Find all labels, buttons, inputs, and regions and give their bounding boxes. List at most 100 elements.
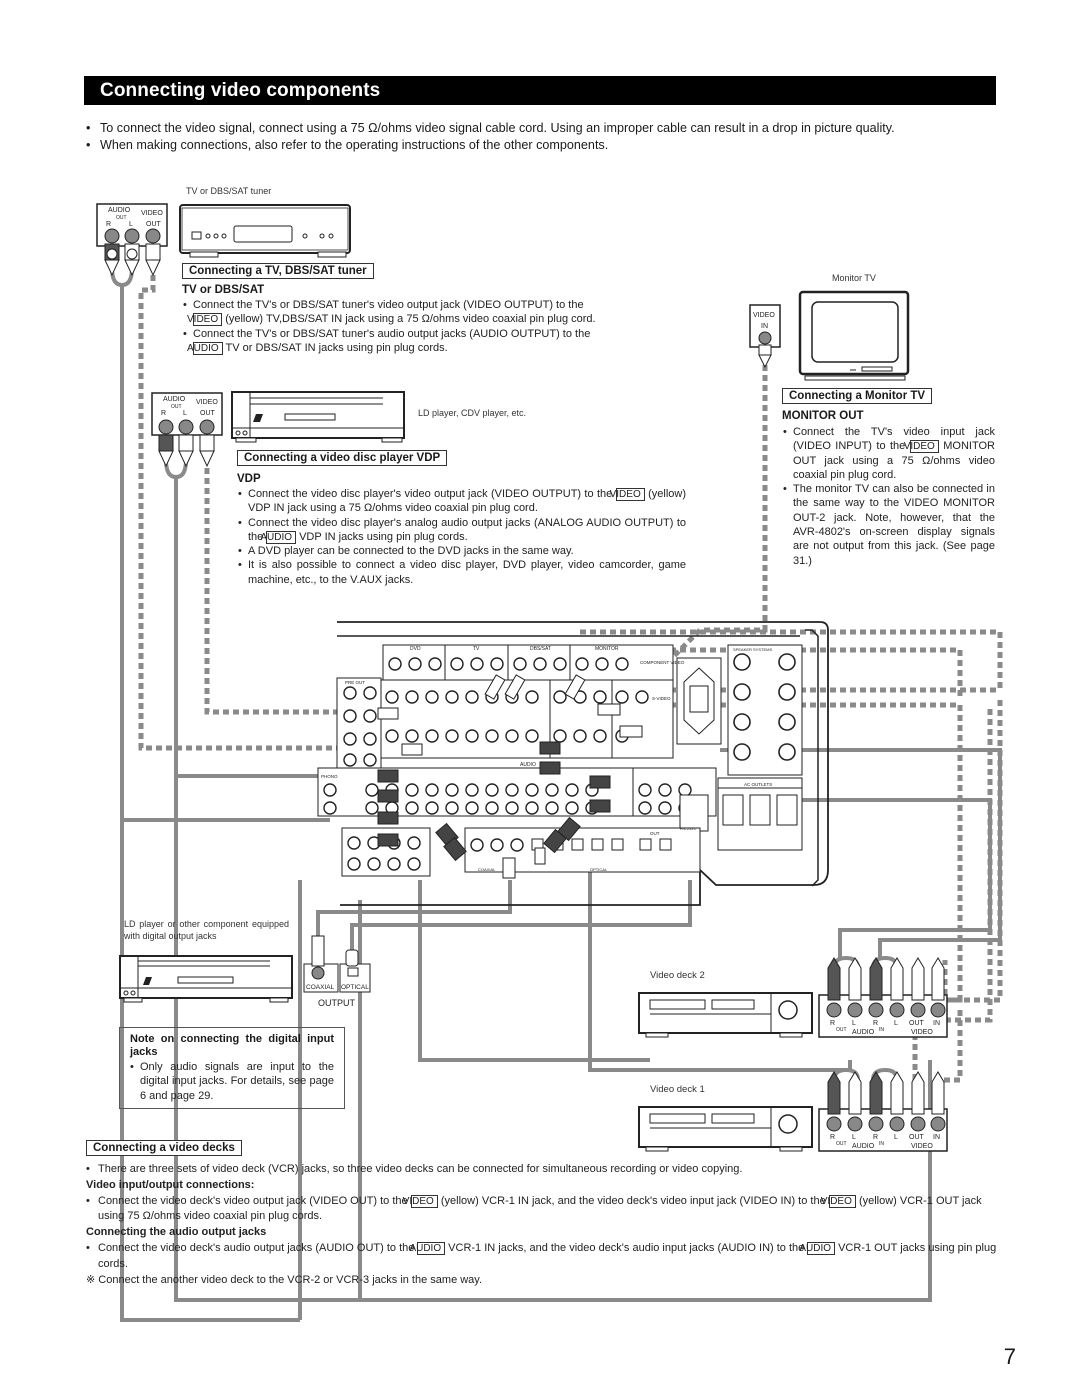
deck2-l2: L (894, 1020, 898, 1027)
tuner-video-out-label: OUT (146, 221, 162, 228)
decks-heading-audio: Connecting the audio output jacks (86, 1226, 267, 1239)
deck-1-jack-panel (818, 1071, 948, 1152)
monitor-heading: MONITOR OUT (782, 410, 864, 422)
vdp-r-label: R (161, 410, 166, 417)
video-tag: VIDEO (821, 1194, 856, 1208)
deck2-r2: R (873, 1020, 878, 1027)
rcv-group-dvd: DVD (410, 646, 421, 652)
deck1-video: VIDEO (911, 1143, 933, 1150)
rcv-group-dbs: DBS/SAT (530, 646, 551, 652)
coaxial-label: COAXIAL (306, 984, 335, 991)
rcv-phono-label: PHONO (321, 774, 338, 779)
note-symbol-icon: ※ (86, 1273, 96, 1286)
deck2-r1: R (830, 1020, 835, 1027)
digital-note-bullet: Only audio signals are input to the digi… (130, 1060, 334, 1103)
vdp-section-box: Connecting a video disc player VDP (237, 450, 448, 466)
digital-note-text: Only audio signals are input to the digi… (130, 1060, 334, 1103)
video-deck-2-device (638, 992, 813, 1038)
vdp-bullet-vaux: It is also possible to connect a video d… (238, 558, 686, 587)
video-tag: VIDEO (403, 1194, 438, 1208)
deck2-video: VIDEO (911, 1029, 933, 1036)
monitor-in-label: IN (761, 323, 768, 330)
video-deck-1-device (638, 1106, 813, 1152)
page-number: 7 (1003, 1344, 1016, 1369)
audio-tag: AUDIO (187, 341, 223, 355)
deck1-in: IN (933, 1134, 940, 1141)
deck2-audio-out: OUT (836, 1027, 847, 1033)
video-deck-2-label: Video deck 2 (650, 970, 705, 981)
digital-note-heading: Note on connecting the digital input jac… (130, 1033, 334, 1058)
monitor-tv-device (798, 290, 910, 381)
digital-source-device (119, 955, 293, 1003)
digital-note-box: Note on connecting the digital input jac… (119, 1027, 345, 1109)
tuner-video-label: VIDEO (141, 210, 163, 217)
deck-2-jack-panel (818, 957, 948, 1038)
video-tag: VIDEO (610, 488, 645, 501)
deck1-l1: L (852, 1134, 856, 1141)
video-deck-1-label: Video deck 1 (650, 1084, 705, 1095)
tv-tuner-instructions: Connect the TV's or DBS/SAT tuner's vide… (183, 298, 613, 355)
tuner-l-label: L (129, 221, 133, 228)
rcv-group-monitor: MONITOR (595, 646, 619, 652)
deck2-audio: AUDIO (852, 1029, 875, 1036)
vdp-bullet-dvd: A DVD player can be connected to the DVD… (238, 544, 686, 558)
vdp-l-label: L (183, 410, 187, 417)
audio-tag: AUDIO (409, 1241, 446, 1255)
tv-tuner-section-box: Connecting a TV, DBS/SAT tuner (182, 263, 374, 279)
rcv-coaxial-label: COAXIAL (478, 867, 496, 872)
decks-heading-video: Video input/output connections: (86, 1178, 255, 1191)
optical-label: OPTICAL (341, 984, 369, 991)
rcv-component-label: COMPONENT VIDEO (640, 660, 685, 665)
rcv-optical-label: OPTICAL (590, 867, 608, 872)
monitor-instructions: Connect the TV's video input jack (VIDEO… (783, 425, 995, 568)
deck2-l1: L (852, 1020, 856, 1027)
vdp-instructions: Connect the video disc player's video ou… (238, 487, 686, 587)
deck1-l2: L (894, 1134, 898, 1141)
tuner-audio-out-label: OUT (116, 215, 127, 221)
digital-source-label: LD player or other component equipped wi… (124, 919, 289, 941)
deck1-r1: R (830, 1134, 835, 1141)
vdp-video-label: VIDEO (196, 399, 218, 406)
deck1-out: OUT (909, 1134, 925, 1141)
deck2-out: OUT (909, 1020, 925, 1027)
tv-tuner-bullet-video: Connect the TV's or DBS/SAT tuner's vide… (183, 298, 613, 327)
deck1-audio: AUDIO (852, 1143, 875, 1150)
deck1-audio-out: OUT (836, 1141, 847, 1147)
deck1-audio-in: IN (879, 1141, 884, 1147)
video-decks-instructions: There are three sets of video deck (VCR)… (86, 1162, 1006, 1288)
deck1-r2: R (873, 1134, 878, 1141)
rcv-rs232-label: RS-232C (680, 826, 697, 831)
rcv-out-label: OUT (650, 831, 660, 836)
tv-tuner-bullet-audio: Connect the TV's or DBS/SAT tuner's audi… (183, 327, 613, 356)
vdp-bullet-video: Connect the video disc player's video ou… (238, 487, 686, 516)
vdp-audio-label: AUDIO (163, 396, 186, 403)
audio-tag: AUDIO (260, 530, 297, 544)
monitor-video-label: VIDEO (753, 312, 775, 319)
tuner-audio-label: AUDIO (108, 207, 131, 214)
monitor-section-box: Connecting a Monitor TV (782, 388, 933, 404)
rcv-ac-outlets-label: AC OUTLETS (744, 782, 772, 787)
vdp-device-label: LD player, CDV player, etc. (418, 408, 527, 418)
output-label: OUTPUT (318, 998, 356, 1008)
decks-note: ※ Connect the another video deck to the … (86, 1273, 483, 1286)
rcv-svideo-label: S-VIDEO (652, 696, 671, 701)
vdp-bullet-audio: Connect the video disc player's analog a… (238, 516, 686, 545)
rcv-preout-label: PRE OUT (345, 680, 365, 685)
rcv-group-tv: TV (473, 646, 480, 652)
deck2-in: IN (933, 1020, 940, 1027)
video-decks-section-box: Connecting a video decks (86, 1140, 242, 1156)
audio-tag: AUDIO (799, 1241, 835, 1255)
decks-bullet-audio: Connect the video deck's audio output ja… (86, 1241, 1006, 1273)
video-tag: VIDEO (904, 440, 939, 454)
rcv-speaker-label: SPEAKER SYSTEMS (733, 647, 772, 652)
monitor-device-label: Monitor TV (832, 273, 876, 283)
receiver-back-panel (317, 621, 829, 906)
rcv-audio-label: AUDIO (520, 762, 536, 768)
monitor-bullet-video: Connect the TV's video input jack (VIDEO… (783, 425, 995, 482)
decks-bullet-intro: There are three sets of video deck (VCR)… (86, 1162, 1006, 1178)
video-tag: VIDEO (187, 313, 223, 327)
vdp-heading: VDP (237, 473, 261, 485)
tv-tuner-label: TV or DBS/SAT tuner (186, 186, 272, 196)
deck2-audio-in: IN (879, 1027, 884, 1033)
tv-tuner-heading: TV or DBS/SAT (182, 284, 265, 296)
